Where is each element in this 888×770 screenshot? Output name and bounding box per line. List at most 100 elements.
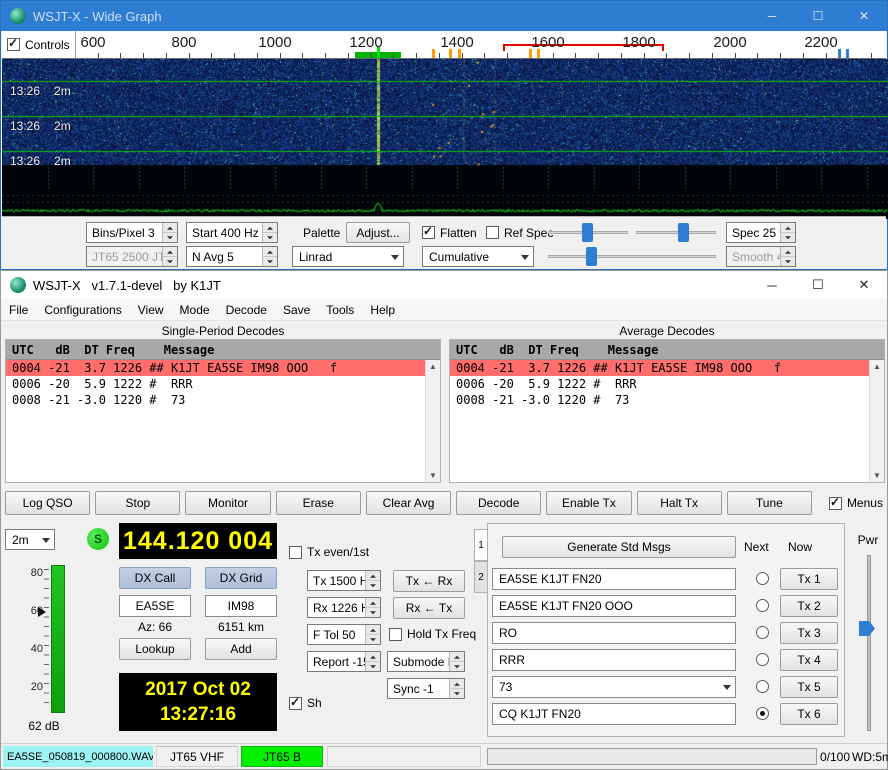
tx-message-combo-5[interactable]: 73	[492, 676, 736, 698]
tx1-button[interactable]: Tx 1	[780, 568, 838, 590]
spectrum-gain-slider[interactable]	[548, 246, 716, 267]
pwr-slider[interactable]	[867, 555, 871, 731]
adjust-palette-button[interactable]: Adjust...	[346, 222, 410, 243]
spinner-arrows-icon[interactable]	[365, 625, 380, 644]
spec-percent-spinner[interactable]: Spec 25 %	[726, 222, 796, 243]
start-freq-spinner[interactable]: Start 400 Hz	[186, 222, 278, 243]
close-icon[interactable]: ✕	[841, 1, 887, 31]
f-tol-spinner[interactable]: F Tol 50	[307, 624, 381, 645]
waterfall-canvas[interactable]	[2, 59, 888, 219]
stop-button[interactable]: Stop	[95, 491, 180, 515]
generate-std-msgs-button[interactable]: Generate Std Msgs	[502, 536, 736, 558]
spinner-arrows-icon[interactable]	[449, 652, 464, 671]
sync-spinner[interactable]: Sync -1	[387, 678, 465, 699]
minimize-icon[interactable]: ─	[749, 1, 795, 31]
hold-tx-freq-checkbox[interactable]: Hold Tx Freq	[389, 627, 476, 641]
tune-button[interactable]: Tune	[727, 491, 812, 515]
slider-handle[interactable]	[586, 247, 597, 266]
dx-call-field[interactable]: EA5SE	[119, 595, 191, 617]
spinner-arrows-icon[interactable]	[365, 652, 380, 671]
waterfall-zero-slider[interactable]	[636, 222, 716, 243]
decode-row[interactable]: 0006 -20 5.9 1222 # RRR	[450, 376, 884, 392]
tx-freq-spinner[interactable]: Tx 1500 Hz	[307, 570, 381, 591]
next-radio-2[interactable]	[756, 599, 769, 612]
log-qso-button[interactable]: Log QSO	[5, 491, 90, 515]
dx-call-button[interactable]: DX Call	[119, 567, 191, 589]
spinner-arrows-icon[interactable]	[262, 247, 277, 266]
chevron-down-icon[interactable]	[516, 247, 533, 266]
scrollbar[interactable]: ▲▼	[425, 360, 440, 482]
sh-checkbox[interactable]: Sh	[289, 696, 322, 710]
next-radio-3[interactable]	[756, 626, 769, 639]
monitor-button[interactable]: Monitor	[185, 491, 270, 515]
spectrum-type-combo[interactable]: Cumulative	[422, 246, 534, 267]
rx-freq-spinner[interactable]: Rx 1226 Hz	[307, 597, 381, 618]
frequency-scale[interactable]: 6008001000120014001600180020002200 Contr…	[2, 31, 886, 59]
decode-row[interactable]: 0008 -21 -3.0 1220 # 73	[6, 392, 440, 408]
slider-handle[interactable]	[678, 223, 689, 242]
checkbox-box[interactable]	[389, 628, 402, 641]
scroll-up-icon[interactable]: ▲	[873, 362, 881, 371]
submode-spinner[interactable]: Submode B	[387, 651, 465, 672]
add-button[interactable]: Add	[205, 638, 277, 660]
checkbox-box[interactable]	[289, 546, 302, 559]
spinner-arrows-icon[interactable]	[780, 223, 795, 242]
tx-message-field-1[interactable]: EA5SE K1JT FN20	[492, 568, 736, 590]
tx-from-rx-button[interactable]: Tx ← Rx	[393, 570, 465, 592]
tx3-button[interactable]: Tx 3	[780, 622, 838, 644]
close-icon[interactable]: ✕	[841, 271, 887, 299]
slider-handle[interactable]	[582, 223, 593, 242]
spinner-arrows-icon[interactable]	[365, 598, 380, 617]
rx-from-tx-button[interactable]: Rx ← Tx	[393, 597, 465, 619]
palette-combo[interactable]: Linrad	[292, 246, 404, 267]
menu-configurations[interactable]: Configurations	[36, 299, 129, 320]
tx6-button[interactable]: Tx 6	[780, 703, 838, 725]
tx-message-field-4[interactable]: RRR	[492, 649, 736, 671]
n-avg-spinner[interactable]: N Avg 5	[186, 246, 278, 267]
lookup-button[interactable]: Lookup	[119, 638, 191, 660]
menu-decode[interactable]: Decode	[218, 299, 275, 320]
minimize-icon[interactable]: ─	[749, 271, 795, 299]
waterfall-gain-slider[interactable]	[548, 222, 628, 243]
maximize-icon[interactable]: ☐	[795, 271, 841, 299]
enable-tx-button[interactable]: Enable Tx	[546, 491, 631, 515]
tx-even-checkbox[interactable]: Tx even/1st	[289, 545, 369, 559]
controls-checkbox[interactable]	[7, 38, 20, 51]
spinner-arrows-icon[interactable]	[365, 571, 380, 590]
decode-button[interactable]: Decode	[456, 491, 541, 515]
tx4-button[interactable]: Tx 4	[780, 649, 838, 671]
menu-save[interactable]: Save	[275, 299, 318, 320]
scroll-down-icon[interactable]: ▼	[429, 471, 437, 480]
flatten-checkbox[interactable]: Flatten	[422, 222, 477, 243]
scroll-down-icon[interactable]: ▼	[873, 471, 881, 480]
ref-spec-checkbox[interactable]: Ref Spec	[486, 222, 553, 243]
spinner-arrows-icon[interactable]	[162, 223, 177, 242]
tx5-button[interactable]: Tx 5	[780, 676, 838, 698]
next-radio-5[interactable]	[756, 680, 769, 693]
spinner-arrows-icon[interactable]	[449, 679, 464, 698]
chevron-down-icon[interactable]	[718, 677, 735, 697]
pwr-slider-handle[interactable]	[859, 621, 875, 636]
single-decodes-area[interactable]: 0004 -21 3.7 1226 ## K1JT EA5SE IM98 OOO…	[6, 360, 440, 482]
tx-message-field-6[interactable]: CQ K1JT FN20	[492, 703, 736, 725]
spinner-arrows-icon[interactable]	[262, 223, 277, 242]
average-decodes-area[interactable]: 0004 -21 3.7 1226 ## K1JT EA5SE IM98 OOO…	[450, 360, 884, 482]
tx-message-field-3[interactable]: RO	[492, 622, 736, 644]
menus-checkbox[interactable]: Menus	[817, 491, 883, 515]
chevron-down-icon[interactable]	[386, 247, 403, 266]
checkbox-box[interactable]	[422, 226, 435, 239]
dx-grid-button[interactable]: DX Grid	[205, 567, 277, 589]
halt-tx-button[interactable]: Halt Tx	[637, 491, 722, 515]
menu-tools[interactable]: Tools	[318, 299, 362, 320]
decode-row[interactable]: 0004 -21 3.7 1226 ## K1JT EA5SE IM98 OOO…	[6, 360, 440, 376]
tx-message-field-2[interactable]: EA5SE K1JT FN20 OOO	[492, 595, 736, 617]
menu-view[interactable]: View	[130, 299, 172, 320]
menu-file[interactable]: File	[1, 299, 36, 320]
menu-mode[interactable]: Mode	[172, 299, 218, 320]
next-radio-6[interactable]	[756, 707, 769, 720]
report-spinner[interactable]: Report -15	[307, 651, 381, 672]
decode-row[interactable]: 0008 -21 -3.0 1220 # 73	[450, 392, 884, 408]
tab-1[interactable]: 1	[474, 529, 488, 561]
next-radio-4[interactable]	[756, 653, 769, 666]
next-radio-1[interactable]	[756, 572, 769, 585]
